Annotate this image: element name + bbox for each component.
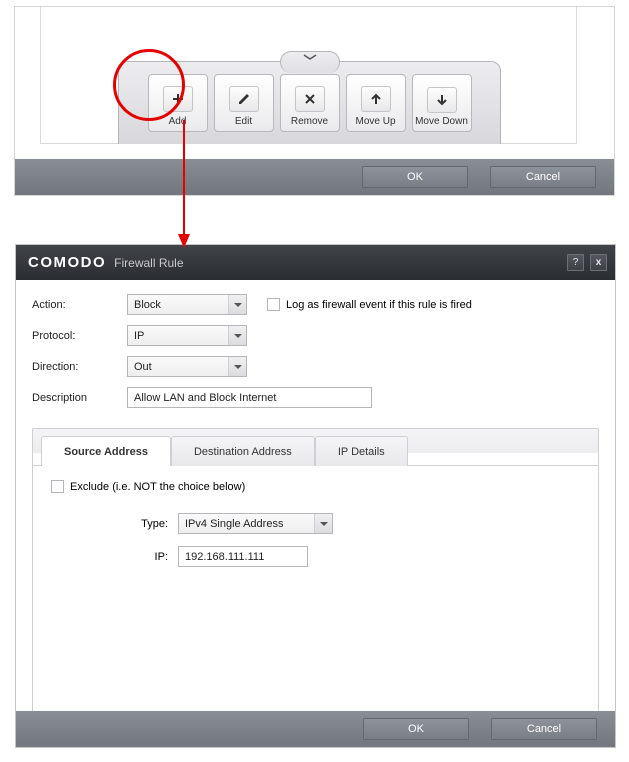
plus-icon [163,86,193,112]
type-label: Type: [51,518,178,530]
tab-content-source: Exclude (i.e. NOT the choice below) Type… [33,465,598,739]
description-input[interactable]: Allow LAN and Block Internet [127,387,372,408]
brand-label: COMODO [28,254,106,271]
dialog-subtitle: Firewall Rule [114,256,183,270]
description-value: Allow LAN and Block Internet [134,392,276,404]
arrow-down-icon [427,87,457,113]
protocol-label: Protocol: [32,330,127,342]
remove-button[interactable]: Remove [280,74,340,132]
protocol-value: IP [134,330,222,342]
chevron-down-icon [314,514,332,533]
log-checkbox[interactable] [267,298,280,311]
firewall-rule-dialog: COMODO Firewall Rule ? x Action: Block L… [15,244,616,748]
toolbar-collapse-handle[interactable] [280,51,340,73]
dialog-body: Action: Block Log as firewall event if t… [16,280,615,740]
log-label: Log as firewall event if this rule is fi… [286,299,472,311]
x-icon [295,86,325,112]
action-label: Action: [32,299,127,311]
help-button[interactable]: ? [567,254,584,271]
direction-dropdown[interactable]: Out [127,356,247,377]
chevron-down-icon [228,326,246,345]
parent-dialog: Add Edit Remove Move Up [14,6,615,196]
exclude-label: Exclude (i.e. NOT the choice below) [70,481,245,493]
parent-dialog-footer: OK Cancel [15,159,614,195]
move-up-button[interactable]: Move Up [346,74,406,132]
action-dropdown[interactable]: Block [127,294,247,315]
type-dropdown[interactable]: IPv4 Single Address [178,513,333,534]
edit-button-label: Edit [235,116,252,127]
tabs-row: Source Address Destination Address IP De… [33,429,598,465]
move-down-button-label: Move Down [415,117,468,127]
tab-ip-details[interactable]: IP Details [315,436,408,466]
direction-label: Direction: [32,361,127,373]
protocol-dropdown[interactable]: IP [127,325,247,346]
chevron-down-icon [228,295,246,314]
tab-destination-address[interactable]: Destination Address [171,436,315,466]
action-value: Block [134,299,222,311]
cancel-button[interactable]: Cancel [491,718,597,740]
address-tabs-container: Source Address Destination Address IP De… [32,428,599,740]
chevron-down-icon [228,357,246,376]
parent-dialog-inner: Add Edit Remove Move Up [40,7,577,144]
add-button[interactable]: Add [148,74,208,132]
description-label: Description [32,392,127,404]
pencil-icon [229,86,259,112]
ip-input[interactable]: 192.168.111.111 [178,546,308,567]
add-button-label: Add [169,116,187,127]
exclude-checkbox[interactable] [51,480,64,493]
ip-value: 192.168.111.111 [185,551,264,563]
close-button[interactable]: x [590,254,607,271]
ok-button[interactable]: OK [362,166,468,188]
direction-value: Out [134,361,222,373]
cancel-button[interactable]: Cancel [490,166,596,188]
arrow-up-icon [361,86,391,112]
tab-source-address[interactable]: Source Address [41,436,171,466]
ok-button[interactable]: OK [363,718,469,740]
remove-button-label: Remove [291,116,328,127]
ip-label: IP: [51,551,178,563]
move-down-button[interactable]: Move Down [412,74,472,132]
move-up-button-label: Move Up [355,116,395,127]
chevron-down-icon [303,54,317,61]
dialog-titlebar: COMODO Firewall Rule ? x [16,245,615,280]
toolbar-tray: Add Edit Remove Move Up [118,61,501,144]
type-value: IPv4 Single Address [185,518,308,530]
edit-button[interactable]: Edit [214,74,274,132]
dialog-footer: OK Cancel [16,711,615,747]
